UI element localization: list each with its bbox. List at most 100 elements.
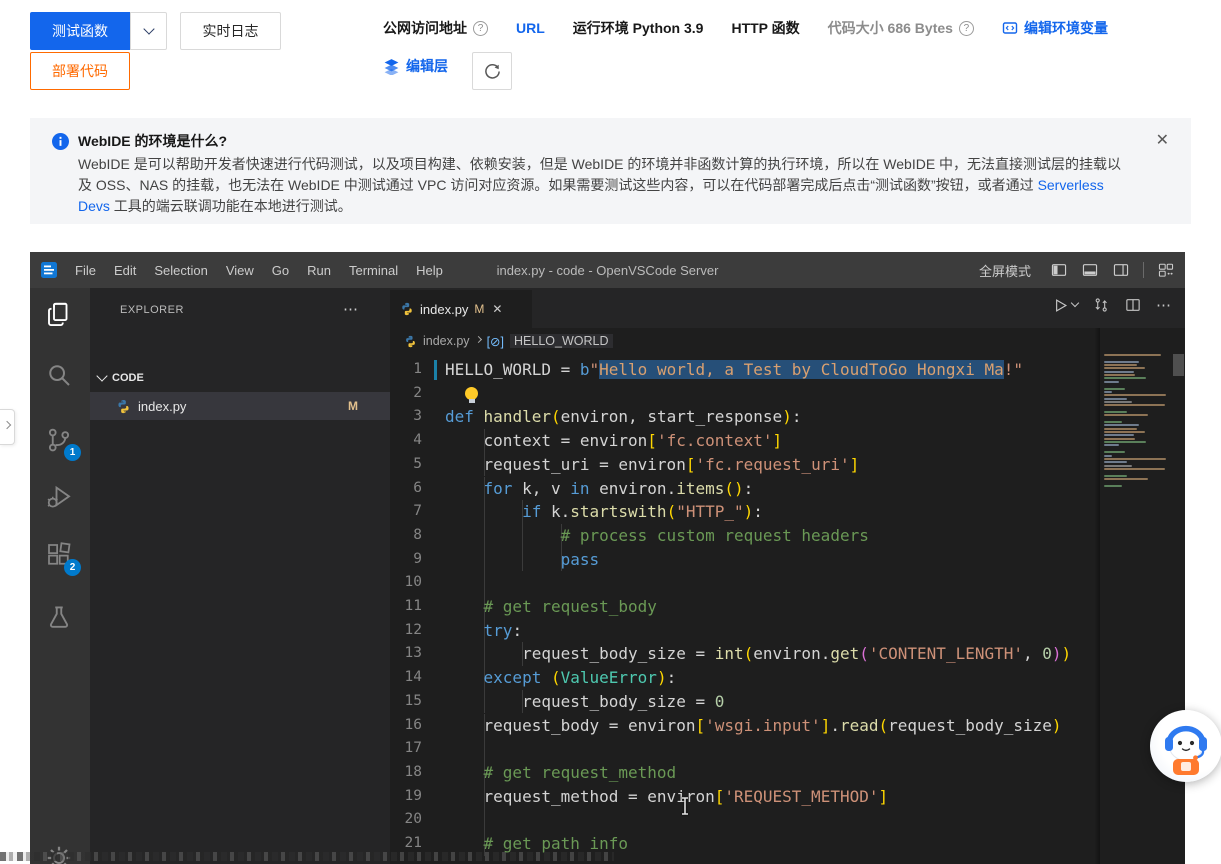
run-file-button[interactable] bbox=[1052, 297, 1078, 314]
explorer-icon[interactable] bbox=[44, 300, 76, 332]
toggle-sidebar-icon[interactable] bbox=[1050, 261, 1068, 279]
fullscreen-label[interactable]: 全屏模式 bbox=[979, 261, 1031, 280]
code-line-12[interactable]: 12 try: bbox=[390, 619, 1185, 643]
editor-area: index.py M ✕ ⋯ index.py bbox=[390, 288, 1185, 864]
code-editor[interactable]: 1HELLO_WORLD = b"Hello world, a Test by … bbox=[390, 358, 1185, 864]
code-line-2[interactable]: 2 bbox=[390, 382, 1185, 406]
menu-file[interactable]: File bbox=[66, 263, 105, 278]
customize-layout-icon[interactable] bbox=[1157, 261, 1175, 279]
more-actions-icon[interactable]: ⋯ bbox=[1156, 296, 1171, 314]
tab-close-icon[interactable]: ✕ bbox=[492, 302, 502, 316]
code-text: HELLO_WORLD = b"Hello world, a Test by C… bbox=[445, 358, 1023, 382]
code-line-19[interactable]: 19 request_method = environ['REQUEST_MET… bbox=[390, 785, 1185, 809]
edit-layers-link[interactable]: 编辑层 bbox=[383, 56, 448, 76]
menu-run[interactable]: Run bbox=[298, 263, 340, 278]
scrollbar-slider[interactable] bbox=[1173, 354, 1184, 376]
open-changes-icon[interactable] bbox=[1092, 296, 1110, 314]
code-token: read bbox=[840, 716, 879, 735]
tab-modified-badge: M bbox=[474, 302, 484, 316]
source-control-icon[interactable]: 1 bbox=[44, 425, 76, 457]
breadcrumb-file[interactable]: index.py bbox=[423, 334, 470, 348]
menu-go[interactable]: Go bbox=[263, 263, 298, 278]
code-token: , bbox=[1023, 644, 1042, 663]
code-line-14[interactable]: 14 except (ValueError): bbox=[390, 666, 1185, 690]
line-number: 15 bbox=[390, 690, 422, 714]
code-token: ) bbox=[657, 668, 667, 687]
line-number: 20 bbox=[390, 808, 422, 832]
line-number: 7 bbox=[390, 500, 422, 524]
test-function-button[interactable]: 测试函数 bbox=[30, 12, 130, 50]
code-text: request_method = environ['REQUEST_METHOD… bbox=[445, 785, 888, 809]
file-index-py[interactable]: index.py M bbox=[90, 392, 390, 420]
line-number: 9 bbox=[390, 548, 422, 572]
chevron-down-icon bbox=[96, 370, 107, 381]
code-line-6[interactable]: 6 for k, v in environ.items(): bbox=[390, 477, 1185, 501]
code-token: request_method = environ bbox=[445, 787, 715, 806]
code-line-8[interactable]: 8 # process custom request headers bbox=[390, 524, 1185, 548]
code-line-15[interactable]: 15 request_body_size = 0 bbox=[390, 690, 1185, 714]
edit-env-vars-link[interactable]: 编辑环境变量 bbox=[1002, 18, 1108, 38]
code-token: startswith bbox=[570, 502, 666, 521]
code-line-20[interactable]: 20 bbox=[390, 808, 1185, 832]
symbol-icon: [⊘] bbox=[487, 334, 504, 349]
code-token: # get request_body bbox=[445, 597, 657, 616]
code-token: ] bbox=[850, 455, 860, 474]
testing-icon[interactable] bbox=[44, 603, 76, 635]
code-token: request_body = environ bbox=[445, 716, 695, 735]
code-token: !" bbox=[1004, 360, 1023, 379]
deploy-code-button[interactable]: 部署代码 bbox=[30, 52, 130, 90]
code-line-5[interactable]: 5 request_uri = environ['fc.request_uri'… bbox=[390, 453, 1185, 477]
close-icon[interactable]: ✕ bbox=[1156, 130, 1169, 151]
function-info-bar: 公网访问地址 ? URL 运行环境 Python 3.9 HTTP 函数 代码大… bbox=[383, 18, 1108, 38]
menu-terminal[interactable]: Terminal bbox=[340, 263, 407, 278]
help-icon[interactable]: ? bbox=[473, 21, 488, 36]
menu-view[interactable]: View bbox=[217, 263, 263, 278]
split-editor-icon[interactable] bbox=[1124, 296, 1142, 314]
help-icon[interactable]: ? bbox=[959, 21, 974, 36]
modified-gutter-marker bbox=[434, 360, 437, 380]
refresh-button[interactable] bbox=[472, 52, 512, 90]
code-line-17[interactable]: 17 bbox=[390, 737, 1185, 761]
extensions-icon[interactable]: 2 bbox=[44, 540, 76, 572]
test-function-dropdown[interactable] bbox=[130, 12, 167, 50]
tab-index-py[interactable]: index.py M ✕ bbox=[390, 290, 532, 328]
code-token: 'fc.context' bbox=[657, 431, 773, 450]
code-line-4[interactable]: 4 context = environ['fc.context'] bbox=[390, 429, 1185, 453]
folder-code-header[interactable]: CODE bbox=[90, 366, 390, 390]
url-link[interactable]: URL bbox=[516, 20, 545, 36]
webide-info-banner: WebIDE 的环境是什么? WebIDE 是可以帮助开发者快速进行代码测试，以… bbox=[30, 118, 1191, 224]
code-line-16[interactable]: 16 request_body = environ['wsgi.input'].… bbox=[390, 714, 1185, 738]
code-line-3[interactable]: 3def handler(environ, start_response): bbox=[390, 405, 1185, 429]
divider bbox=[1143, 262, 1144, 278]
menu-edit[interactable]: Edit bbox=[105, 263, 145, 278]
code-token: ] bbox=[773, 431, 783, 450]
code-token: items bbox=[676, 479, 724, 498]
toggle-secondary-sidebar-icon[interactable] bbox=[1112, 261, 1130, 279]
breadcrumb-symbol[interactable]: HELLO_WORLD bbox=[510, 334, 612, 348]
lightbulb-icon[interactable] bbox=[465, 387, 478, 400]
code-line-9[interactable]: 9 pass bbox=[390, 548, 1185, 572]
support-mascot-button[interactable] bbox=[1150, 710, 1221, 782]
more-actions-icon[interactable]: ⋯ bbox=[343, 300, 358, 318]
code-line-7[interactable]: 7 if k.startswith("HTTP_"): bbox=[390, 500, 1185, 524]
code-line-1[interactable]: 1HELLO_WORLD = b"Hello world, a Test by … bbox=[390, 358, 1185, 382]
menu-help[interactable]: Help bbox=[407, 263, 452, 278]
code-token: [ bbox=[695, 716, 705, 735]
scrollbar[interactable] bbox=[1172, 354, 1185, 864]
code-line-18[interactable]: 18 # get request_method bbox=[390, 761, 1185, 785]
code-text: request_body = environ['wsgi.input'].rea… bbox=[445, 714, 1062, 738]
realtime-logs-button[interactable]: 实时日志 bbox=[180, 12, 281, 50]
code-line-13[interactable]: 13 request_body_size = int(environ.get('… bbox=[390, 642, 1185, 666]
toggle-panel-icon[interactable] bbox=[1081, 261, 1099, 279]
menu-selection[interactable]: Selection bbox=[145, 263, 216, 278]
line-number: 3 bbox=[390, 405, 422, 429]
search-icon[interactable] bbox=[44, 360, 76, 392]
breadcrumb[interactable]: index.py [⊘] HELLO_WORLD bbox=[390, 328, 1185, 354]
code-line-10[interactable]: 10 bbox=[390, 571, 1185, 595]
code-token: k. bbox=[541, 502, 570, 521]
run-debug-icon[interactable] bbox=[44, 482, 76, 514]
panel-expand-tab[interactable] bbox=[0, 409, 15, 445]
code-line-11[interactable]: 11 # get request_body bbox=[390, 595, 1185, 619]
code-token: () bbox=[724, 479, 743, 498]
code-token: ) bbox=[782, 407, 792, 426]
